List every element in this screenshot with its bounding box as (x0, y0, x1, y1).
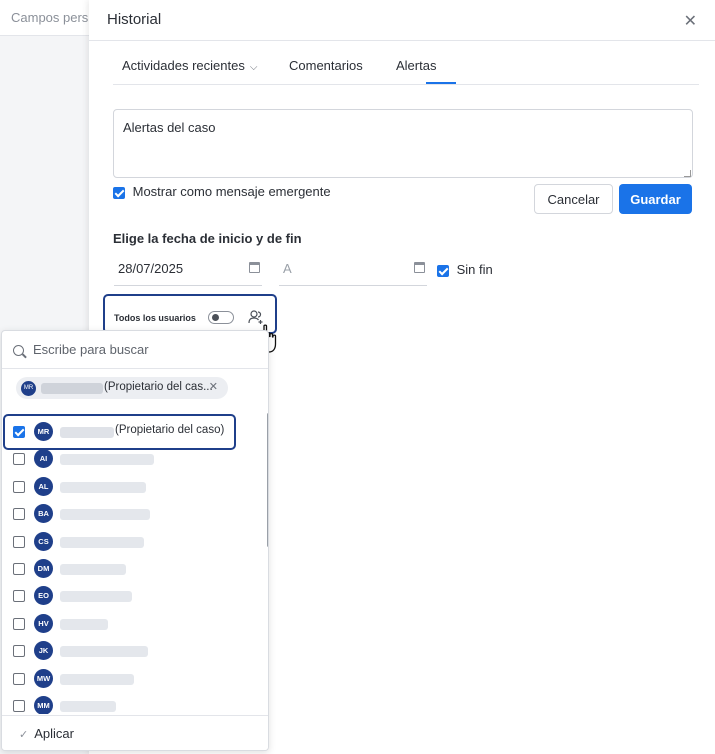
add-user-icon[interactable] (248, 309, 264, 325)
no-end-label: Sin fin (456, 262, 493, 277)
user-row[interactable]: DM (2, 556, 264, 582)
popup-checkbox-row[interactable]: Mostrar como mensaje emergente (113, 184, 331, 199)
redacted-name (60, 701, 116, 712)
popup-checkbox[interactable] (113, 186, 125, 199)
user-select-dropdown: MR (Propietario del cas... ✕ MR (Propieta… (1, 330, 269, 751)
end-date-placeholder: A (283, 261, 292, 276)
user-list: MR (Propietario del caso) AI AL BA CS DM EO HV JK… (2, 414, 264, 714)
chip-label: (Propietario del cas... (104, 381, 213, 393)
tab-bar: Actividades recientes ⌵ Comentarios Alert… (113, 41, 699, 85)
chevron-down-icon: ⌵ (249, 62, 258, 73)
all-users-bar: Todos los usuarios (103, 294, 277, 353)
avatar: AL (34, 476, 53, 496)
end-date-field[interactable]: A (279, 256, 427, 286)
selected-user-chip: MR (Propietario del cas... ✕ (16, 377, 228, 399)
user-row[interactable]: MM (2, 693, 264, 714)
dropdown-footer: ✓ Aplicar (2, 715, 268, 750)
redacted-name (60, 454, 154, 466)
calendar-icon[interactable] (414, 262, 425, 273)
avatar: EO (34, 586, 53, 606)
start-date-field[interactable]: 28/07/2025 (114, 256, 262, 286)
user-role-label: (Propietario del caso) (115, 424, 225, 436)
apply-button[interactable]: ✓ Aplicar (19, 726, 74, 741)
date-section-label: Elige la fecha de inicio y de fin (113, 231, 302, 246)
avatar: MR (34, 422, 53, 441)
user-checkbox[interactable] (13, 426, 25, 438)
user-checkbox[interactable] (13, 617, 25, 630)
remove-chip-icon[interactable]: ✕ (209, 380, 218, 393)
calendar-icon[interactable] (249, 262, 260, 273)
user-row[interactable]: CS (2, 529, 264, 555)
user-checkbox[interactable] (13, 645, 25, 658)
redacted-name (60, 591, 132, 603)
user-row[interactable]: MR (Propietario del caso) (2, 419, 264, 445)
redacted-name (41, 383, 103, 394)
no-end-checkbox[interactable] (437, 264, 449, 277)
search-icon (13, 345, 24, 356)
user-checkbox[interactable] (13, 700, 25, 712)
avatar: MW (34, 668, 53, 688)
avatar: HV (34, 613, 53, 633)
all-users-toggle[interactable] (208, 311, 234, 324)
avatar: MR (21, 381, 36, 396)
redacted-name (60, 564, 126, 575)
user-checkbox[interactable] (13, 563, 25, 575)
avatar: AI (34, 449, 53, 469)
close-icon[interactable]: ✕ (684, 11, 697, 31)
user-row[interactable]: AL (2, 474, 264, 500)
apply-label: Aplicar (34, 726, 74, 741)
redacted-name (60, 673, 134, 685)
popup-label: Mostrar como mensaje emergente (132, 184, 331, 199)
all-users-label: Todos los usuarios (114, 313, 196, 323)
user-checkbox[interactable] (13, 672, 25, 685)
modal-title: Historial (107, 11, 162, 28)
tab-comentarios[interactable]: Comentarios (289, 58, 363, 73)
tab-alertas[interactable]: Alertas (396, 58, 436, 73)
redacted-name (60, 481, 146, 493)
active-tab-indicator (426, 82, 456, 84)
alert-textarea[interactable] (113, 109, 693, 178)
resize-grip[interactable] (684, 170, 691, 177)
no-end-checkbox-row[interactable]: Sin fin (437, 262, 493, 277)
user-row[interactable]: HV (2, 611, 264, 637)
scrollbar[interactable] (267, 413, 268, 547)
user-row[interactable]: MW (2, 666, 264, 692)
tab-actividades-recientes[interactable]: Actividades recientes ⌵ (122, 58, 257, 73)
search-input[interactable] (33, 342, 253, 357)
avatar: BA (34, 504, 53, 524)
user-checkbox[interactable] (13, 480, 25, 493)
start-date-value: 28/07/2025 (118, 261, 184, 276)
background-tab[interactable]: Campos pers (0, 0, 96, 36)
user-row[interactable]: BA (2, 501, 264, 527)
avatar: CS (34, 531, 53, 551)
redacted-name (60, 536, 144, 548)
user-checkbox[interactable] (13, 508, 25, 521)
redacted-name (60, 427, 114, 438)
user-checkbox[interactable] (13, 590, 25, 603)
avatar: DM (34, 559, 53, 578)
save-button[interactable]: Guardar (619, 184, 692, 214)
avatar: MM (34, 696, 53, 714)
user-row[interactable]: AI (2, 446, 264, 472)
redacted-name (60, 646, 148, 658)
check-icon: ✓ (19, 729, 29, 741)
user-row[interactable]: EO (2, 583, 264, 609)
user-checkbox[interactable] (13, 453, 25, 466)
modal-header: Historial ✕ (89, 0, 715, 41)
search-row (2, 331, 268, 369)
avatar: JK (34, 641, 53, 661)
tab-label: Actividades recientes (122, 58, 245, 73)
user-checkbox[interactable] (13, 535, 25, 548)
user-row[interactable]: JK (2, 638, 264, 664)
redacted-name (60, 509, 150, 521)
cancel-button[interactable]: Cancelar (534, 184, 613, 214)
redacted-name (60, 618, 108, 630)
